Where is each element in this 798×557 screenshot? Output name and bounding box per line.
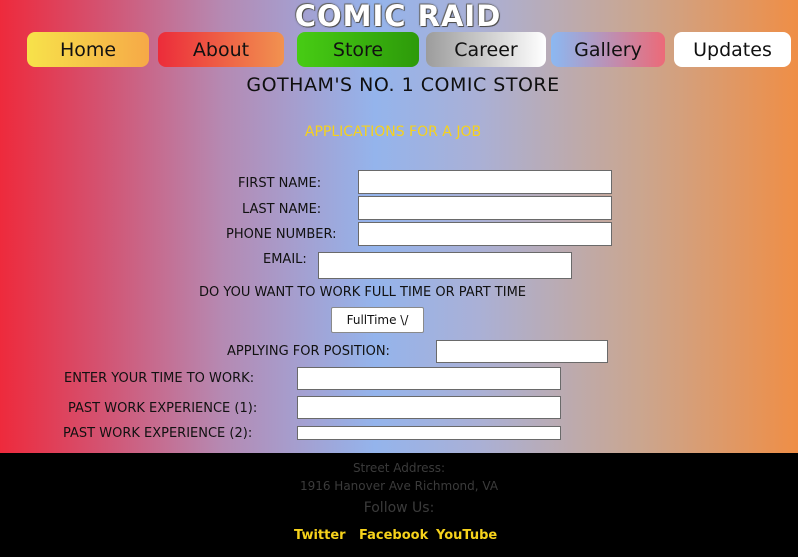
position-input[interactable] — [436, 340, 608, 363]
experience-2-label: PAST WORK EXPERIENCE (2): — [63, 426, 253, 441]
nav-about-label: About — [192, 38, 250, 61]
footer: Street Address: 1916 Hanover Ave Richmon… — [0, 453, 798, 557]
street-address-label: Street Address: — [352, 461, 446, 475]
work-type-selected-value: FullTime \/ — [346, 313, 409, 327]
nav-home-label: Home — [59, 38, 117, 61]
position-label: APPLYING FOR POSITION: — [227, 344, 390, 359]
experience-2-input[interactable] — [297, 426, 561, 440]
nav-updates-label: Updates — [693, 38, 772, 61]
nav-store-button[interactable]: Store — [297, 32, 419, 67]
nav-gallery-label: Gallery — [574, 38, 642, 61]
facebook-link[interactable]: Facebook — [359, 528, 428, 543]
email-input[interactable] — [318, 252, 572, 279]
follow-us-label: Follow Us: — [363, 500, 435, 516]
work-type-question: DO YOU WANT TO WORK FULL TIME OR PART TI… — [199, 285, 527, 300]
last-name-label: LAST NAME: — [242, 202, 322, 217]
form-heading: APPLICATIONS FOR A JOB — [304, 124, 482, 140]
page-title: GOTHAM'S NO. 1 COMIC STORE — [246, 74, 560, 96]
nav-about-button[interactable]: About — [158, 32, 284, 67]
work-time-label: ENTER YOUR TIME TO WORK: — [64, 371, 255, 386]
work-type-select[interactable]: FullTime \/ — [331, 307, 424, 333]
nav-updates-button[interactable]: Updates — [674, 32, 791, 67]
twitter-link[interactable]: Twitter — [294, 528, 346, 543]
nav-career-label: Career — [454, 38, 518, 61]
street-address: 1916 Hanover Ave Richmond, VA — [299, 479, 499, 493]
work-time-input[interactable] — [297, 367, 561, 390]
phone-number-input[interactable] — [358, 222, 612, 246]
page-background: COMIC RAID Home About Store Career Galle… — [0, 0, 798, 453]
phone-number-label: PHONE NUMBER: — [226, 227, 337, 242]
first-name-label: FIRST NAME: — [238, 176, 322, 191]
first-name-input[interactable] — [358, 170, 612, 194]
youtube-link[interactable]: YouTube — [436, 528, 497, 543]
nav-gallery-button[interactable]: Gallery — [551, 32, 665, 67]
last-name-input[interactable] — [358, 196, 612, 220]
experience-1-input[interactable] — [297, 396, 561, 419]
nav-store-label: Store — [332, 38, 384, 61]
nav-home-button[interactable]: Home — [27, 32, 149, 67]
nav-career-button[interactable]: Career — [426, 32, 546, 67]
email-label: EMAIL: — [263, 252, 307, 267]
site-logo: COMIC RAID — [294, 0, 502, 33]
experience-1-label: PAST WORK EXPERIENCE (1): — [68, 401, 258, 416]
